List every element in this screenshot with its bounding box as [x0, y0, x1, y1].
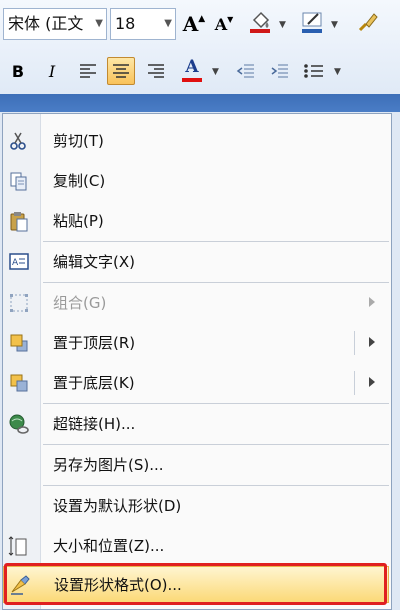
menu-item-copy[interactable]: 复制(C): [3, 161, 389, 201]
menu-item-label: 置于顶层(R): [53, 334, 136, 352]
chevron-down-icon[interactable]: ▼: [164, 9, 172, 39]
group-icon: [10, 294, 28, 312]
align-right-button[interactable]: [142, 57, 170, 85]
menu-item-label: 设置形状格式(O)...: [54, 576, 182, 594]
decrease-indent-icon: [236, 64, 254, 78]
shrink-font-button[interactable]: A ▼: [210, 10, 238, 38]
font-size-combo[interactable]: 18 ▼: [110, 8, 176, 40]
menu-item-format-shape[interactable]: 设置形状格式(O)...: [3, 566, 389, 603]
edit-text-icon: A: [9, 253, 29, 270]
font-size-value: 18: [115, 14, 136, 33]
context-menu: 剪切(T) 复制(C) 粘贴(P) A 编辑文字(X) 组合(G) 置于顶层(R…: [2, 113, 392, 610]
chevron-down-icon[interactable]: ▼: [95, 9, 103, 39]
submenu-arrow-icon: [369, 297, 375, 307]
submenu-arrow-icon[interactable]: [369, 377, 375, 387]
chevron-down-icon[interactable]: ▼: [334, 67, 341, 77]
menu-item-label: 超链接(H)...: [53, 415, 136, 433]
format-shape-icon: [11, 575, 30, 595]
menu-item-label: 复制(C): [53, 172, 106, 190]
chevron-down-icon[interactable]: ▼: [331, 20, 338, 30]
align-center-button[interactable]: [107, 57, 135, 85]
menu-item-label: 大小和位置(Z)...: [53, 537, 165, 555]
menu-item-edit-text[interactable]: A 编辑文字(X): [3, 242, 389, 282]
menu-item-paste[interactable]: 粘贴(P): [3, 201, 389, 241]
menu-item-hyperlink[interactable]: 超链接(H)...: [3, 404, 389, 444]
italic-button[interactable]: I: [38, 57, 66, 85]
menu-item-bring-to-front[interactable]: 置于顶层(R): [3, 323, 389, 363]
menu-item-group[interactable]: 组合(G): [3, 283, 389, 323]
copy-icon: [10, 172, 27, 191]
chevron-down-icon[interactable]: ▼: [212, 67, 219, 77]
shrink-font-icon: A: [214, 14, 228, 34]
fill-color-button[interactable]: [246, 8, 274, 36]
menu-item-cut[interactable]: 剪切(T): [3, 121, 389, 161]
bring-to-front-icon: [10, 334, 28, 352]
size-position-icon: [8, 536, 27, 556]
menu-item-size-position[interactable]: 大小和位置(Z)...: [3, 526, 389, 566]
font-name-combo[interactable]: 宋体 (正文 ▼: [3, 8, 107, 40]
menu-item-label: 置于底层(K): [53, 374, 135, 392]
bullet-list-icon: [304, 64, 323, 78]
menu-item-send-to-back[interactable]: 置于底层(K): [3, 363, 389, 403]
align-left-icon: [80, 64, 96, 78]
menu-item-set-default-shape[interactable]: 设置为默认形状(D): [3, 486, 389, 526]
split-divider: [354, 371, 355, 395]
increase-indent-icon: [271, 64, 288, 78]
font-color-swatch: [182, 78, 202, 82]
bold-icon: B: [11, 61, 25, 81]
decrease-indent-button[interactable]: [232, 57, 260, 85]
mini-toolbar: 宋体 (正文 ▼ 18 ▼ A ▲ A ▼ ▼ ▼ B I A ▼ ▼: [0, 0, 400, 112]
font-color-button[interactable]: A: [178, 55, 206, 83]
menu-item-label: 剪切(T): [53, 132, 104, 150]
grow-font-button[interactable]: A ▲: [180, 10, 208, 38]
hyperlink-icon: [9, 414, 29, 434]
paint-bucket-icon: [250, 11, 270, 33]
menu-item-label: 组合(G): [53, 294, 107, 312]
svg-text:A: A: [12, 258, 19, 268]
pen-icon: [302, 12, 322, 33]
align-center-icon: [113, 64, 129, 78]
split-divider: [354, 331, 355, 355]
submenu-arrow-icon[interactable]: [369, 337, 375, 347]
italic-icon: I: [48, 61, 56, 81]
font-color-icon: A: [185, 57, 199, 77]
menu-item-label: 设置为默认形状(D): [53, 497, 182, 515]
menu-item-save-as-picture[interactable]: 另存为图片(S)...: [3, 445, 389, 485]
menu-item-label: 编辑文字(X): [53, 253, 135, 271]
menu-item-label: 粘贴(P): [53, 212, 104, 230]
send-to-back-icon: [10, 374, 28, 392]
paste-icon: [10, 212, 28, 232]
chevron-down-icon[interactable]: ▼: [279, 20, 286, 30]
bold-button[interactable]: B: [4, 57, 32, 85]
line-color-button[interactable]: [298, 8, 326, 36]
grow-font-icon: A: [182, 12, 199, 36]
scissors-icon: [10, 132, 26, 150]
menu-item-label: 另存为图片(S)...: [53, 456, 164, 474]
increase-indent-button[interactable]: [266, 57, 294, 85]
toolbar-bottom-band: [0, 94, 400, 112]
align-right-icon: [148, 64, 164, 78]
brush-icon: [358, 13, 378, 32]
bullets-button[interactable]: [300, 57, 328, 85]
align-left-button[interactable]: [74, 57, 102, 85]
font-name-value: 宋体 (正文: [8, 14, 84, 33]
format-painter-button[interactable]: [354, 8, 382, 36]
